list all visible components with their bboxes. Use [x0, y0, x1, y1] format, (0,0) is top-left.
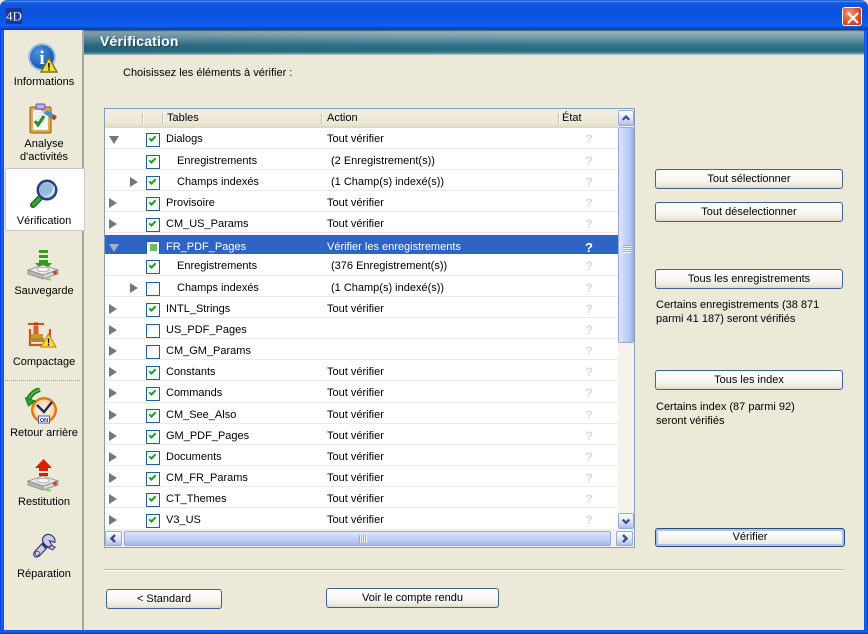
svg-text:!: ! — [47, 338, 50, 349]
svg-text:!: ! — [47, 62, 51, 74]
svg-text:ON: ON — [40, 418, 48, 424]
svg-text:4D: 4D — [6, 9, 22, 24]
